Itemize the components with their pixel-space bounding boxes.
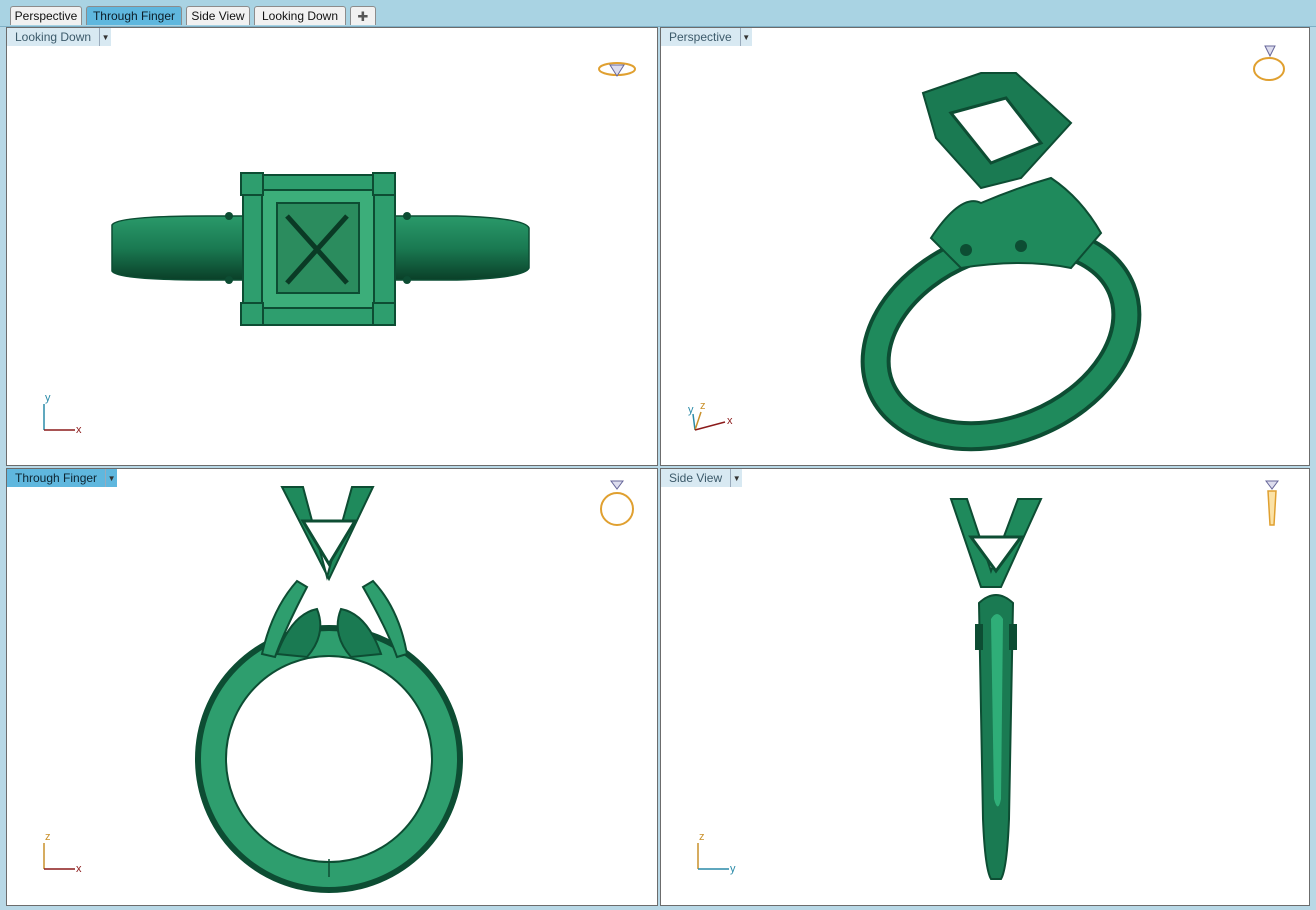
plus-icon: ✚ — [357, 9, 369, 24]
viewport-title[interactable]: Side View — [661, 469, 731, 487]
chevron-down-icon[interactable]: ▼ — [739, 28, 752, 46]
viewport-label-through-finger[interactable]: Through Finger ▼ — [7, 469, 118, 487]
axis-gizmo: y z x — [688, 400, 733, 431]
viewport-perspective[interactable]: Perspective ▼ y z x — [660, 27, 1310, 466]
axis-gizmo: y x — [43, 392, 82, 436]
ring-front-view — [195, 486, 463, 893]
viewport-label-side-view[interactable]: Side View ▼ — [661, 469, 743, 487]
axis-y-label: y — [730, 863, 736, 875]
ring-side-view — [949, 498, 1043, 880]
axis-y-label: y — [45, 392, 51, 404]
ring-orientation-icon — [598, 62, 636, 77]
viewport-label-looking-down[interactable]: Looking Down ▼ — [7, 28, 112, 46]
axis-x-label: x — [76, 424, 82, 436]
axis-x-label: x — [76, 863, 82, 875]
axis-y-label: y — [688, 404, 694, 416]
axis-z-label: z — [45, 831, 51, 843]
axis-gizmo: z x — [43, 831, 82, 875]
chevron-down-icon[interactable]: ▼ — [99, 28, 112, 46]
tab-through-finger[interactable]: Through Finger — [86, 6, 182, 25]
ring-orientation-icon — [600, 480, 634, 526]
axis-gizmo: z y — [697, 831, 736, 875]
ring-orientation-icon — [1265, 480, 1279, 526]
tab-perspective[interactable]: Perspective — [10, 6, 82, 25]
axis-x-label: x — [727, 415, 733, 427]
viewport-title[interactable]: Through Finger — [7, 469, 106, 487]
tab-side-view[interactable]: Side View — [186, 6, 250, 25]
axis-z-label: z — [699, 831, 705, 843]
viewport-label-perspective[interactable]: Perspective ▼ — [661, 28, 752, 46]
viewport-looking-down[interactable]: Looking Down ▼ y x — [6, 27, 658, 466]
ring-orientation-icon — [1253, 45, 1285, 81]
tab-looking-down[interactable]: Looking Down — [254, 6, 346, 25]
chevron-down-icon[interactable]: ▼ — [730, 469, 743, 487]
axis-z-label: z — [700, 400, 706, 412]
viewport-tab-bar: Perspective Through Finger Side View Loo… — [0, 0, 1316, 27]
ring-top-view — [111, 172, 530, 326]
viewport-title[interactable]: Looking Down — [7, 28, 100, 46]
viewport-title[interactable]: Perspective — [661, 28, 740, 46]
viewport-through-finger[interactable]: Through Finger ▼ z x — [6, 468, 658, 906]
ring-perspective-view — [860, 72, 1142, 452]
chevron-down-icon[interactable]: ▼ — [105, 469, 118, 487]
viewport-side-view[interactable]: Side View ▼ z y — [660, 468, 1310, 906]
add-tab-button[interactable]: ✚ — [350, 6, 376, 25]
